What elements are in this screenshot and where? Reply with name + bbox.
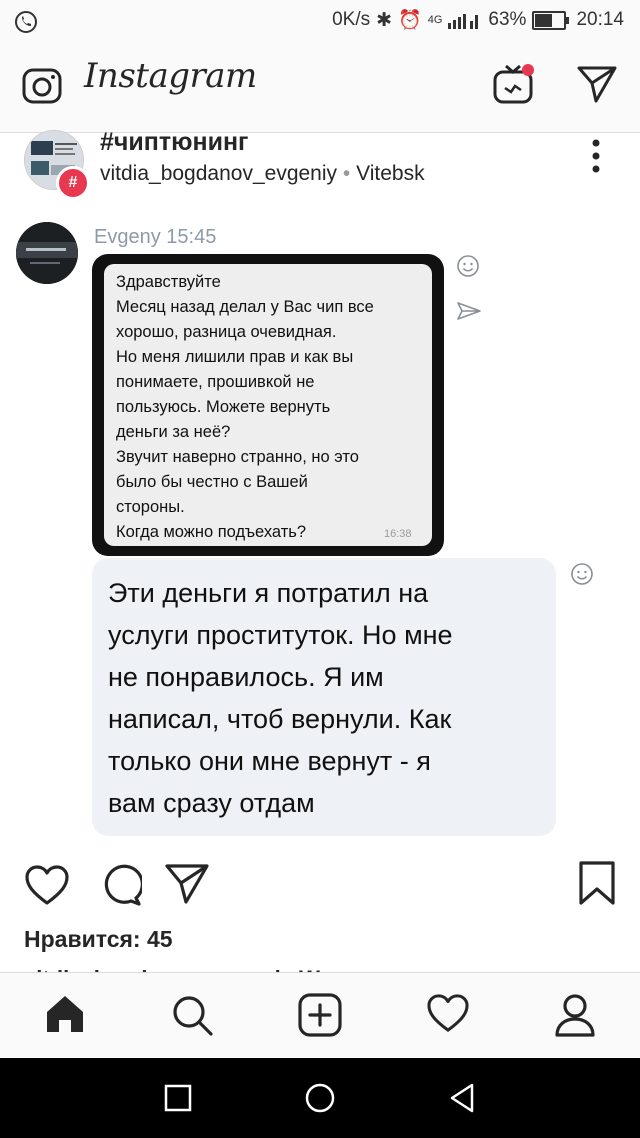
camera-icon[interactable] (22, 68, 62, 104)
status-bar: 0K/s ✱ ⏰ 4G 63% 20:14 (0, 0, 640, 44)
separator: • (342, 162, 351, 185)
network-type: 4G (427, 14, 443, 26)
alarm-icon: ⏰ (398, 10, 422, 31)
message-line: было бы честно с Вашей (116, 473, 308, 491)
like-icon[interactable] (24, 864, 70, 906)
bluetooth-icon: ✱ (376, 9, 393, 31)
smile-icon (570, 562, 594, 586)
app-header: Instagram (0, 44, 640, 133)
post-title[interactable]: #чиптюнинг (100, 128, 248, 157)
more-options-icon[interactable] (588, 138, 604, 174)
status-indicators: 0K/s ✱ ⏰ 4G 63% 20:14 (332, 8, 624, 32)
clock: 20:14 (576, 9, 624, 30)
app-logo: Instagram (84, 56, 257, 96)
back-icon[interactable] (448, 1082, 476, 1114)
incoming-message-time: 16:38 (384, 528, 412, 540)
profile-icon[interactable] (554, 993, 596, 1037)
message-line: Но меня лишили прав и как вы (116, 348, 354, 366)
reply-line: вам сразу отдам (108, 788, 315, 818)
bookmark-icon[interactable] (578, 860, 616, 906)
message-line: Здравствуйте (116, 273, 221, 291)
android-nav-bar (0, 1058, 640, 1138)
message-line: стороны. (116, 498, 185, 516)
recents-icon[interactable] (164, 1084, 192, 1112)
likes-count[interactable]: Нравится: 45 (24, 926, 173, 953)
reply-line: Эти деньги я потратил на (108, 578, 429, 608)
post-location[interactable]: Vitebsk (356, 162, 425, 185)
message-line: деньги за неё? (116, 423, 231, 441)
hashtag-badge: # (56, 166, 90, 200)
message-line: Звучит наверно странно, но это (116, 448, 359, 466)
search-icon[interactable] (170, 993, 214, 1037)
incoming-message-text: Здравствуйте Месяц назад делал у Вас чип… (116, 270, 421, 545)
reply-message-text: Эти деньги я потратил на услуги проститу… (108, 572, 538, 824)
post-subtitle: vitdia_bogdanov_evgeniy • Vitebsk (100, 162, 425, 186)
message-line: Месяц назад делал у Вас чип все (116, 298, 374, 316)
signal-icon (448, 11, 482, 29)
share-icon[interactable] (164, 862, 210, 906)
battery-icon (532, 10, 570, 30)
direct-icon[interactable] (576, 64, 618, 104)
battery-level: 63% (488, 9, 527, 30)
message-line: хорошо, разница очевидная. (116, 323, 337, 341)
home-circle-icon[interactable] (304, 1082, 336, 1114)
phone-call-icon (14, 10, 38, 34)
reply-line: не понравилось. Я им (108, 662, 384, 692)
bottom-nav (0, 972, 640, 1059)
activity-icon[interactable] (426, 993, 470, 1033)
reply-line: только они мне вернут - я (108, 746, 431, 776)
home-icon[interactable] (44, 993, 86, 1035)
add-post-icon[interactable] (298, 993, 342, 1037)
post-username[interactable]: vitdia_bogdanov_evgeniy (100, 162, 337, 185)
smile-icon (456, 254, 480, 278)
forward-icon (456, 300, 482, 322)
network-speed: 0K/s (332, 9, 371, 30)
message-line: понимаете, прошивкой не (116, 373, 315, 391)
message-line: пользуюсь. Можете вернуть (116, 398, 331, 416)
message-line: Когда можно подъехать? (116, 523, 307, 541)
reply-line: написал, чтоб вернули. Как (108, 704, 452, 734)
comment-icon[interactable] (98, 864, 142, 906)
reply-line: услуги проституток. Но мне (108, 620, 453, 650)
sender-name-time: Evgeny 15:45 (94, 226, 217, 248)
igtv-icon[interactable] (492, 62, 536, 106)
sender-avatar (16, 222, 78, 284)
